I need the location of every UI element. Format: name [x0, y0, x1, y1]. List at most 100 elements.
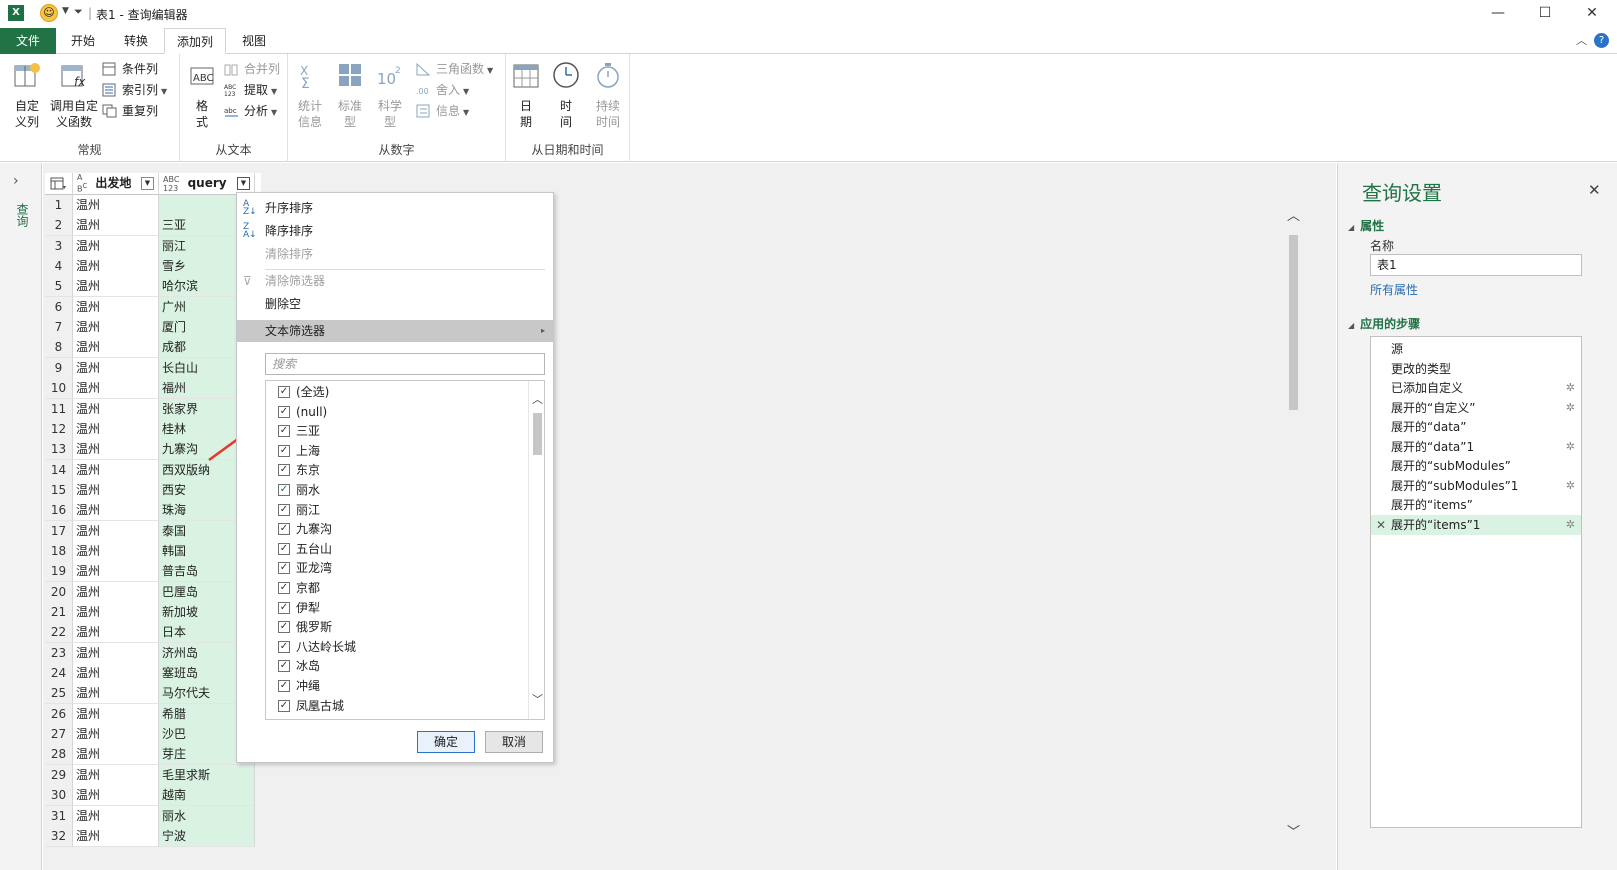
row-number[interactable]: 32 — [45, 825, 73, 847]
checkbox-checked-icon[interactable]: ✓ — [278, 562, 290, 575]
checkbox-checked-icon[interactable]: ✓ — [278, 523, 290, 536]
origin-cell[interactable]: 温州 — [73, 785, 159, 807]
query-name-input[interactable]: 表1 — [1370, 254, 1582, 276]
applied-steps-section[interactable]: ◢ 应用的步骤 — [1348, 315, 1420, 332]
close-settings-icon[interactable]: ✕ — [1588, 181, 1601, 199]
origin-cell[interactable]: 温州 — [73, 500, 159, 522]
origin-cell[interactable]: 温州 — [73, 581, 159, 603]
filter-value-item[interactable]: ✓ 上海 — [278, 441, 320, 461]
origin-cell[interactable]: 温州 — [73, 724, 159, 746]
checkbox-checked-icon[interactable]: ✓ — [278, 640, 290, 653]
query-cell[interactable]: 宁波 — [159, 825, 255, 847]
filter-value-item[interactable]: ✓ 九寨沟 — [278, 519, 332, 539]
applied-step-item[interactable]: 更改的类型 — [1371, 359, 1581, 379]
clear-sort-item[interactable]: 清除排序 — [237, 243, 553, 265]
sort-ascending-item[interactable]: A Z↓ 升序排序 — [237, 197, 553, 219]
tab-transform[interactable]: 转换 — [110, 28, 162, 54]
origin-cell[interactable]: 温州 — [73, 479, 159, 501]
checkbox-checked-icon[interactable]: ✓ — [278, 680, 290, 692]
queries-pane-label[interactable]: 查询 — [14, 203, 31, 227]
remove-empty-item[interactable]: 删除空 — [237, 293, 553, 315]
origin-cell[interactable]: 温州 — [73, 642, 159, 664]
delete-step-icon[interactable]: ✕ — [1376, 515, 1386, 535]
date-button[interactable]: 日 期 — [508, 60, 544, 130]
row-number[interactable]: 15 — [45, 479, 73, 501]
filter-value-item[interactable]: ✓ 三亚 — [278, 421, 320, 441]
statistics-button[interactable]: XΣ 统计 信息 — [292, 60, 328, 130]
row-number[interactable]: 2 — [45, 215, 73, 237]
invoke-function-button[interactable]: fx 调用自定 义函数 — [48, 60, 100, 130]
origin-cell[interactable]: 温州 — [73, 520, 159, 542]
row-number[interactable]: 11 — [45, 398, 73, 420]
origin-cell[interactable]: 温州 — [73, 764, 159, 786]
filter-value-item[interactable]: ✓ 冰岛 — [278, 656, 320, 676]
row-number[interactable]: 23 — [45, 642, 73, 664]
trig-button[interactable]: 三角函数 ▼ — [416, 59, 493, 79]
row-number[interactable]: 30 — [45, 785, 73, 807]
applied-step-item[interactable]: 源 — [1371, 339, 1581, 359]
filter-list-scrollbar[interactable]: ︿ ﹀ — [528, 381, 544, 719]
tab-view[interactable]: 视图 — [228, 28, 280, 54]
query-cell[interactable]: 毛里求斯 — [159, 764, 255, 786]
scroll-up-icon[interactable]: ︿ — [1287, 205, 1300, 224]
origin-cell[interactable]: 温州 — [73, 805, 159, 827]
scroll-down-icon[interactable]: ﹀ — [1287, 821, 1300, 840]
applied-step-item[interactable]: 展开的“subModules”1 ✲ — [1371, 476, 1581, 496]
filter-value-item[interactable]: ✓ (null) — [278, 402, 327, 422]
row-number[interactable]: 10 — [45, 378, 73, 400]
filter-search-input[interactable]: 搜索 — [265, 353, 545, 375]
all-properties-link[interactable]: 所有属性 — [1370, 281, 1418, 298]
checkbox-checked-icon[interactable]: ✓ — [278, 484, 290, 496]
round-button[interactable]: .00 舍入 ▼ — [416, 80, 469, 100]
origin-cell[interactable]: 温州 — [73, 398, 159, 420]
origin-cell[interactable]: 温州 — [73, 296, 159, 318]
origin-cell[interactable]: 温州 — [73, 540, 159, 562]
filter-value-item[interactable]: ✓ 冲绳 — [278, 676, 320, 696]
row-number[interactable]: 14 — [45, 459, 73, 481]
row-number[interactable]: 13 — [45, 439, 73, 461]
tab-file[interactable]: 文件 — [0, 28, 56, 54]
applied-step-item[interactable]: 展开的“data” — [1371, 417, 1581, 437]
origin-cell[interactable]: 温州 — [73, 235, 159, 257]
origin-cell[interactable]: 温州 — [73, 215, 159, 237]
checkbox-checked-icon[interactable]: ✓ — [278, 699, 290, 712]
checkbox-checked-icon[interactable]: ✓ — [278, 444, 290, 457]
extract-button[interactable]: ABC 123 提取 ▼ — [224, 80, 277, 100]
checkbox-checked-icon[interactable]: ✓ — [278, 542, 290, 555]
custom-column-button[interactable]: 自定 义列 — [6, 60, 48, 130]
text-type-icon[interactable]: A BC — [77, 173, 87, 194]
sort-descending-item[interactable]: Z A↓ 降序排序 — [237, 220, 553, 242]
filter-value-item[interactable]: ✓ 亚龙湾 — [278, 558, 332, 578]
filter-value-item[interactable]: ✓ 五台山 — [278, 539, 332, 559]
column-origin-filter-button[interactable]: ▼ — [141, 177, 154, 190]
row-number[interactable]: 27 — [45, 724, 73, 746]
checkbox-checked-icon[interactable]: ✓ — [278, 621, 290, 634]
cancel-button[interactable]: 取消 — [485, 731, 543, 753]
close-window-button[interactable]: ✕ — [1569, 0, 1615, 28]
format-button[interactable]: ABC 格 式 — [184, 60, 220, 130]
checkbox-checked-icon[interactable]: ✓ — [278, 601, 290, 614]
row-number[interactable]: 26 — [45, 703, 73, 725]
filter-value-item[interactable]: ✓ 东京 — [278, 460, 320, 480]
origin-cell[interactable]: 温州 — [73, 703, 159, 725]
origin-cell[interactable]: 温州 — [73, 683, 159, 705]
text-filters-item[interactable]: 文本筛选器 ▸ — [237, 320, 553, 342]
step-settings-gear-icon[interactable]: ✲ — [1566, 398, 1575, 418]
row-number[interactable]: 19 — [45, 561, 73, 583]
origin-cell[interactable]: 温州 — [73, 378, 159, 400]
checkbox-checked-icon[interactable]: ✓ — [278, 582, 290, 594]
grid-vertical-scrollbar[interactable]: ︿ ﹀ — [1285, 205, 1301, 840]
step-settings-gear-icon[interactable]: ✲ — [1566, 476, 1575, 496]
smiley-dropdown-icon[interactable]: ▼ — [62, 6, 69, 16]
query-cell[interactable]: 丽水 — [159, 805, 255, 827]
row-number[interactable]: 22 — [45, 622, 73, 644]
row-number[interactable]: 17 — [45, 520, 73, 542]
duplicate-column-button[interactable]: 重复列 — [102, 101, 158, 121]
row-number[interactable]: 8 — [45, 337, 73, 359]
filter-value-item[interactable]: ✓ 凤凰古城 — [278, 696, 344, 716]
origin-cell[interactable]: 温州 — [73, 337, 159, 359]
checkbox-checked-icon[interactable]: ✓ — [278, 386, 290, 398]
query-cell[interactable]: 越南 — [159, 785, 255, 807]
row-number[interactable]: 16 — [45, 500, 73, 522]
row-number[interactable]: 9 — [45, 357, 73, 379]
